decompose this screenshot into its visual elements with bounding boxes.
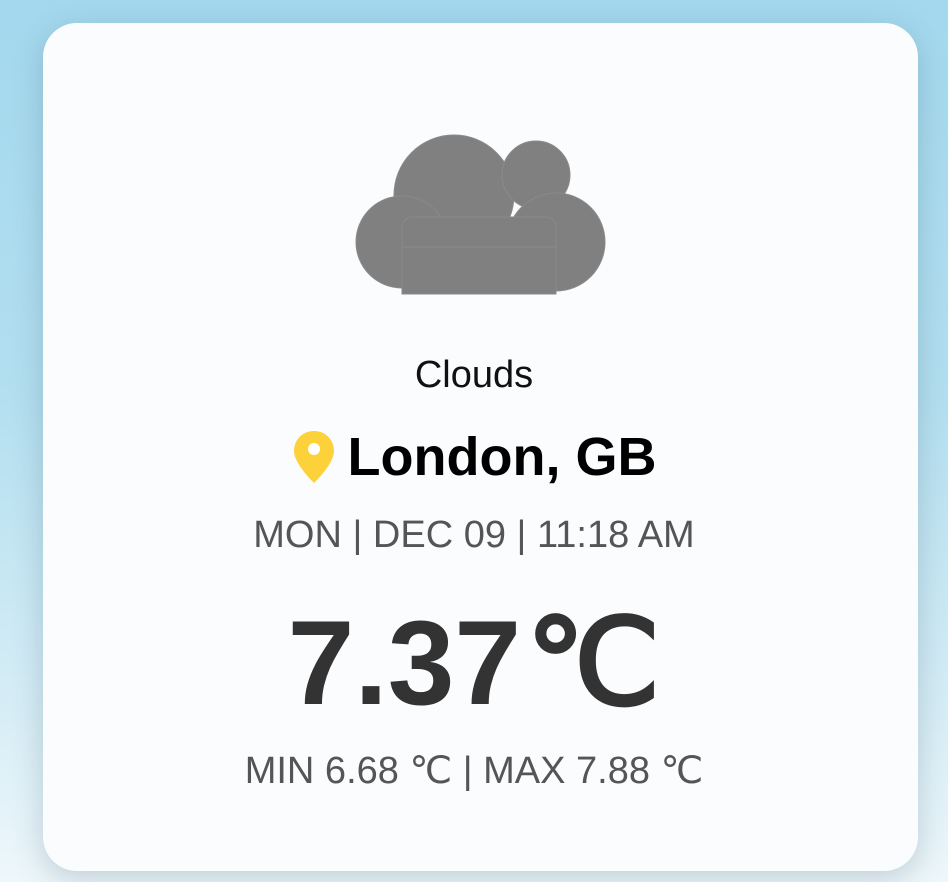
- location-row: London, GB: [0, 425, 948, 489]
- map-pin-icon: [292, 429, 336, 485]
- weather-condition: Clouds: [414, 354, 534, 396]
- location-name: London, GB: [347, 427, 657, 487]
- date-time: MON | DEC 09 | 11:18 AM: [253, 514, 695, 556]
- separator: |: [462, 750, 473, 792]
- max-temperature: MAX 7.88: [483, 750, 651, 792]
- max-temperature-unit: ℃: [660, 750, 704, 792]
- temperature-value: 7.37: [287, 596, 522, 730]
- min-max-temperature: MIN 6.68 ℃ | MAX 7.88 ℃: [0, 747, 948, 795]
- cloud-icon: [354, 117, 609, 297]
- temperature-unit: ℃: [525, 597, 661, 730]
- min-temperature-unit: ℃: [409, 750, 453, 792]
- current-temperature: 7.37 ℃: [0, 596, 948, 730]
- min-temperature: MIN 6.68: [244, 750, 399, 792]
